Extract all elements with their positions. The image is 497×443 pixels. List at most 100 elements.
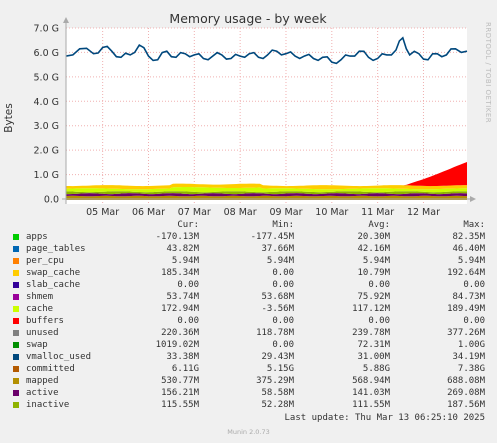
x-tick-label: 08 Mar — [224, 207, 257, 218]
y-ticks: 0.0 1.0 G 2.0 G 3.0 G 4.0 G 5.0 G 6.0 G 7.0 G — [34, 24, 60, 206]
legend-row-active: active 156.21M 58.58M 141.03M 269.08M — [0, 387, 497, 399]
legend-name: per_cpu — [26, 256, 64, 266]
legend-cur: 33.38M — [166, 352, 199, 362]
x-axis-arrow — [470, 196, 476, 202]
y-tick-label: 1.0 G — [34, 170, 60, 181]
legend-name: shmem — [26, 292, 54, 302]
legend-swatch — [13, 282, 19, 288]
legend-swatch — [13, 306, 19, 312]
legend-swatch — [13, 234, 19, 240]
legend-cur: -170.13M — [155, 232, 199, 242]
chart: Memory usage - by week Bytes RRDTOOL / T… — [3, 11, 492, 218]
y-tick-label: 3.0 G — [34, 121, 60, 132]
legend-max: 1.00G — [457, 340, 485, 350]
legend-min: 5.94M — [266, 256, 294, 266]
legend-min: 118.78M — [256, 328, 294, 338]
legend-avg: 31.00M — [357, 352, 390, 362]
legend-name: buffers — [26, 316, 64, 326]
legend-row-shmem: shmem 53.74M 53.68M 75.92M 84.73M — [0, 291, 497, 303]
legend-row-swap-cache: swap_cache 185.34M 0.00 10.79M 192.64M — [0, 267, 497, 279]
legend-avg: 20.30M — [357, 232, 390, 242]
legend-row-per-cpu: per_cpu 5.94M 5.94M 5.94M 5.94M — [0, 255, 497, 267]
legend-avg: 141.03M — [352, 388, 390, 398]
y-axis-arrow — [63, 17, 69, 23]
legend-max: 46.40M — [452, 244, 485, 254]
y-tick-label: 5.0 G — [34, 72, 60, 83]
legend-avg: 239.78M — [352, 328, 390, 338]
legend-avg: 5.94M — [362, 256, 390, 266]
legend-swatch — [13, 318, 19, 324]
legend-avg: 75.92M — [357, 292, 390, 302]
legend-swatch — [13, 330, 19, 336]
legend-name: mapped — [26, 376, 59, 386]
legend-swatch — [13, 294, 19, 300]
legend-row-vmalloc-used: vmalloc_used 33.38M 29.43M 31.00M 34.19M — [0, 351, 497, 363]
legend-max: 192.64M — [447, 268, 485, 278]
legend-name: slab_cache — [26, 280, 81, 290]
legend-swatch — [13, 354, 19, 360]
legend-name: unused — [26, 328, 59, 338]
plot-area — [66, 28, 467, 204]
legend-name: swap — [26, 340, 48, 350]
legend-max: 0.00 — [463, 316, 485, 326]
legend-row-cache: cache 172.94M -3.56M 117.12M 189.49M — [0, 303, 497, 315]
legend-avg: 111.55M — [352, 400, 390, 410]
legend-avg: 568.94M — [352, 376, 390, 386]
legend-cur: 43.82M — [166, 244, 199, 254]
legend-cur: 53.74M — [166, 292, 199, 302]
legend-cur: 172.94M — [161, 304, 199, 314]
header-avg: Avg: — [368, 220, 390, 230]
legend-avg: 5.88G — [362, 364, 390, 374]
legend-max: 82.35M — [452, 232, 485, 242]
legend: Cur: Min: Avg: Max: apps -170.13M -177.45M… — [0, 219, 497, 411]
legend-max: 84.73M — [452, 292, 485, 302]
x-tick-label: 11 Mar — [361, 207, 394, 218]
x-tick-label: 09 Mar — [269, 207, 302, 218]
legend-row-apps: apps -170.13M -177.45M 20.30M 82.35M — [0, 231, 497, 243]
x-tick-label: 07 Mar — [178, 207, 211, 218]
x-tick-label: 12 Mar — [407, 207, 440, 218]
header-cur: Cur: — [177, 220, 199, 230]
legend-swatch — [13, 342, 19, 348]
legend-cur: 185.34M — [161, 268, 199, 278]
y-tick-label: 2.0 G — [34, 146, 60, 157]
legend-max: 377.26M — [447, 328, 485, 338]
legend-cur: 5.94M — [171, 256, 199, 266]
legend-min: 37.66M — [261, 244, 294, 254]
legend-avg: 0.00 — [368, 316, 390, 326]
legend-min: 52.28M — [261, 400, 294, 410]
legend-row-swap: swap 1019.02M 0.00 72.31M 1.00G — [0, 339, 497, 351]
y-tick-label: 4.0 G — [34, 97, 60, 108]
legend-name: cache — [26, 304, 54, 314]
legend-row-committed: committed 6.11G 5.15G 5.88G 7.38G — [0, 363, 497, 375]
legend-row-unused: unused 220.36M 118.78M 239.78M 377.26M — [0, 327, 497, 339]
legend-avg: 0.00 — [368, 280, 390, 290]
legend-min: 29.43M — [261, 352, 294, 362]
legend-min: 58.58M — [261, 388, 294, 398]
legend-max: 187.56M — [447, 400, 485, 410]
legend-cur: 0.00 — [177, 316, 199, 326]
legend-avg: 10.79M — [357, 268, 390, 278]
legend-avg: 42.16M — [357, 244, 390, 254]
legend-min: 0.00 — [272, 340, 294, 350]
legend-row-buffers: buffers 0.00 0.00 0.00 0.00 — [0, 315, 497, 327]
y-tick-label: 6.0 G — [34, 48, 60, 59]
legend-min: -3.56M — [261, 304, 294, 314]
legend-max: 7.38G — [457, 364, 485, 374]
legend-swatch — [13, 270, 19, 276]
x-ticks: 05 Mar 06 Mar 07 Mar 08 Mar 09 Mar 10 Mar 11 M… — [86, 207, 440, 218]
legend-min: 53.68M — [261, 292, 294, 302]
legend-max: 189.49M — [447, 304, 485, 314]
legend-min: 0.00 — [272, 268, 294, 278]
legend-name: page_tables — [26, 244, 86, 254]
legend-cur: 0.00 — [177, 280, 199, 290]
last-update: Last update: Thu Mar 13 06:25:10 2025 — [284, 413, 485, 423]
legend-swatch — [13, 378, 19, 384]
rrdtool-watermark: RRDTOOL / TOBI OETIKER — [484, 22, 492, 123]
legend-max: 34.19M — [452, 352, 485, 362]
legend-swatch — [13, 246, 19, 252]
legend-row-page-tables: page_tables 43.82M 37.66M 42.16M 46.40M — [0, 243, 497, 255]
x-tick-label: 05 Mar — [86, 207, 119, 218]
legend-min: 5.15G — [266, 364, 294, 374]
legend-cur: 115.55M — [161, 400, 199, 410]
